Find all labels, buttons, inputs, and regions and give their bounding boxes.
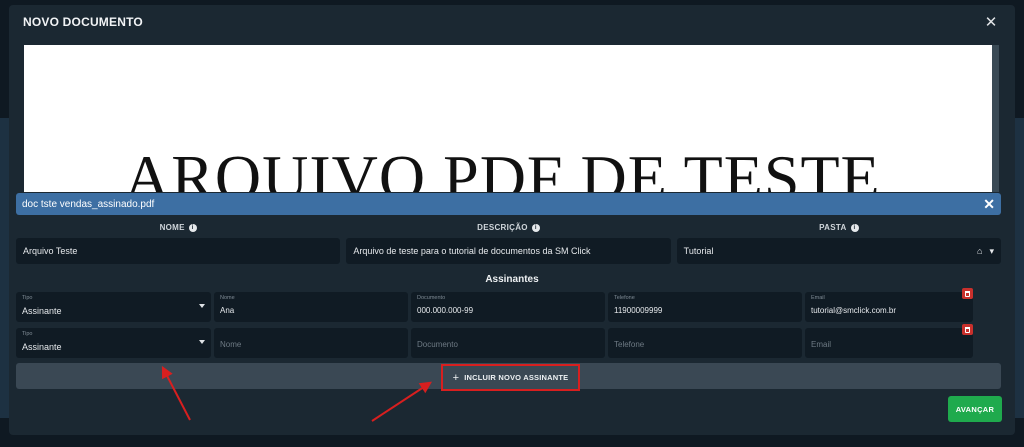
field-caption: Tipo (22, 331, 33, 337)
new-document-modal: NOVO DOCUMENTO ✕ ARQUIVO PDF DE TESTE do… (9, 5, 1015, 435)
signer-phone-input[interactable]: Telefone (608, 328, 802, 358)
pdf-scrollbar[interactable] (992, 45, 999, 192)
signer-name-input[interactable]: Nome Ana (214, 292, 408, 322)
next-button[interactable]: AVANÇAR (948, 396, 1002, 422)
signer-email-input[interactable]: Email tutorial@smclick.com.br (805, 288, 973, 322)
signer-type-value: Assinante (22, 342, 62, 352)
pasta-select[interactable]: Tutorial ⌂ ▾ (676, 238, 1001, 264)
delete-signer-button[interactable] (962, 288, 973, 299)
info-icon[interactable]: i (850, 223, 859, 232)
signer-document-value: 000.000.000-99 (417, 306, 474, 315)
signer-row: Tipo Assinante Nome Documento Telefone E… (16, 324, 1001, 358)
field-caption: Tipo (22, 295, 33, 301)
nome-label: NOME i (16, 223, 340, 232)
trash-icon (965, 290, 970, 297)
document-fields: Arquivo Teste Arquivo de teste para o tu… (16, 238, 1001, 264)
nome-label-text: NOME (159, 223, 185, 232)
descricao-input[interactable]: Arquivo de teste para o tutorial de docu… (346, 238, 671, 264)
field-caption: Documento (417, 295, 446, 301)
plus-icon: + (452, 371, 460, 384)
signer-name-value: Ana (220, 306, 235, 315)
descricao-value: Arquivo de teste para o tutorial de docu… (353, 246, 591, 256)
signer-phone-value: 11900009999 (614, 306, 663, 315)
signer-document-input[interactable]: Documento (411, 328, 605, 358)
delete-signer-button[interactable] (962, 324, 973, 335)
field-caption: Email (811, 295, 825, 301)
signer-name-input[interactable]: Nome (214, 328, 408, 358)
caret-down-icon (199, 304, 205, 308)
trash-icon (965, 326, 970, 333)
add-signer-label: INCLUIR NOVO ASSINANTE (464, 373, 569, 382)
document-field-labels: NOME i DESCRIÇÃO i PASTA i (16, 223, 1001, 232)
caret-down-icon (199, 340, 205, 344)
signer-email-input[interactable]: Email (805, 324, 973, 358)
pasta-icons: ⌂ ▾ (977, 246, 994, 257)
descricao-label: DESCRIÇÃO i (346, 223, 670, 232)
selected-file-bar: doc tste vendas_assinado.pdf ✕ (16, 193, 1001, 215)
info-icon[interactable]: i (188, 223, 197, 232)
field-caption: Telefone (614, 295, 635, 301)
chevron-down-icon[interactable]: ▾ (989, 246, 994, 257)
pdf-page: ARQUIVO PDF DE TESTE (24, 45, 992, 192)
field-caption: Nome (220, 295, 235, 301)
pdf-preview[interactable]: ARQUIVO PDF DE TESTE (24, 45, 999, 192)
signer-row: Tipo Assinante Nome Ana Documento 000.00… (16, 288, 1001, 322)
signer-document-input[interactable]: Documento 000.000.000-99 (411, 292, 605, 322)
signers-title: Assinantes (485, 274, 539, 285)
pasta-value: Tutorial (683, 246, 714, 256)
nome-value: Arquivo Teste (23, 246, 78, 256)
signer-type-select[interactable]: Tipo Assinante (16, 292, 211, 322)
modal-header: NOVO DOCUMENTO ✕ (9, 5, 1015, 39)
pasta-label: PASTA i (677, 223, 1001, 232)
file-name: doc tste vendas_assinado.pdf (22, 198, 155, 210)
pasta-label-text: PASTA (819, 223, 847, 232)
placeholder: Nome (220, 340, 242, 349)
clear-file-icon[interactable]: ✕ (983, 196, 995, 213)
modal-title: NOVO DOCUMENTO (23, 15, 143, 29)
descricao-label-text: DESCRIÇÃO (477, 223, 528, 232)
nome-input[interactable]: Arquivo Teste (16, 238, 341, 264)
home-icon[interactable]: ⌂ (977, 246, 982, 256)
placeholder: Documento (417, 340, 458, 349)
signer-email-value: tutorial@smclick.com.br (811, 306, 897, 315)
pdf-content-text: ARQUIVO PDF DE TESTE (124, 142, 881, 192)
signer-type-value: Assinante (22, 306, 62, 316)
placeholder: Email (811, 340, 832, 349)
signer-type-select[interactable]: Tipo Assinante (16, 328, 211, 358)
placeholder: Telefone (614, 340, 645, 349)
signer-phone-input[interactable]: Telefone 11900009999 (608, 292, 802, 322)
add-signer-button[interactable]: + INCLUIR NOVO ASSINANTE (441, 364, 580, 391)
info-icon[interactable]: i (531, 223, 540, 232)
close-icon[interactable]: ✕ (981, 12, 1001, 32)
